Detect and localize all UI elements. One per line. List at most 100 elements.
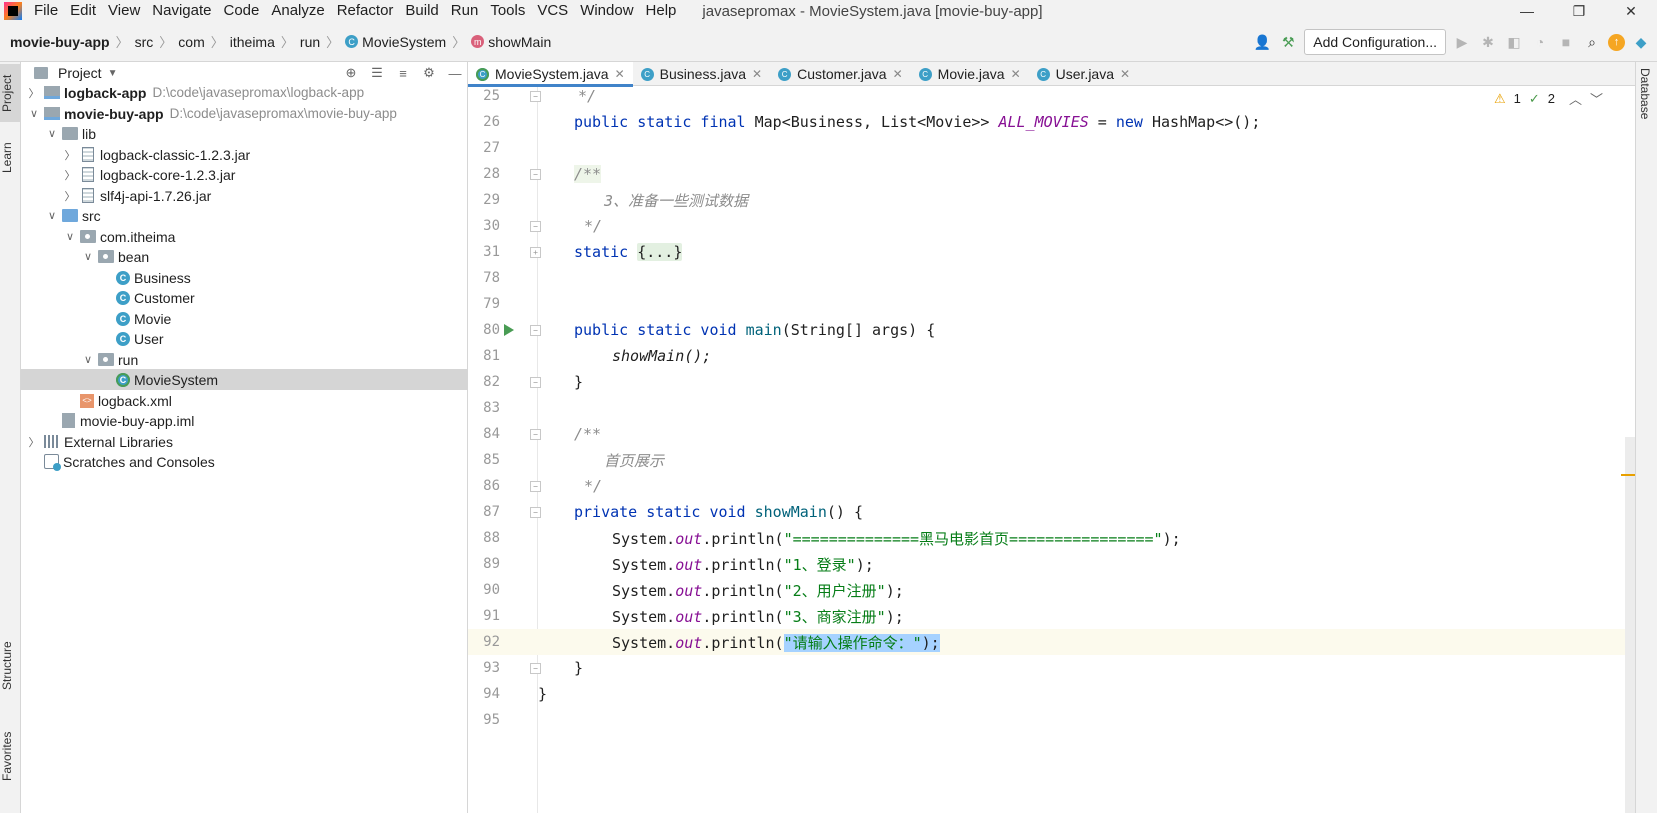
close-icon[interactable]: ✕: [893, 67, 903, 81]
menu-code[interactable]: Code: [217, 0, 265, 22]
chevron-right-icon[interactable]: 〉: [27, 85, 41, 101]
tree-item-business[interactable]: C Business: [21, 267, 468, 288]
menu-build[interactable]: Build: [399, 0, 444, 22]
breadcrumb-src[interactable]: src: [131, 34, 158, 50]
stripe-tab-favorites[interactable]: Favorites: [0, 722, 21, 790]
tab-customer[interactable]: C Customer.java ✕: [770, 62, 911, 86]
chevron-right-icon[interactable]: 〉: [63, 147, 77, 163]
tree-item-user[interactable]: C User: [21, 328, 468, 349]
build-hammer-icon[interactable]: ⚒: [1278, 32, 1298, 52]
tree-item-run[interactable]: ∨ run: [21, 349, 468, 370]
tree-item-logback-core-jar[interactable]: 〉 logback-core-1.2.3.jar: [21, 164, 468, 185]
tree-item-src[interactable]: ∨ src: [21, 205, 468, 226]
debug-icon[interactable]: ✱: [1478, 32, 1498, 52]
run-gutter-icon[interactable]: [504, 324, 514, 336]
update-icon[interactable]: ↑: [1608, 33, 1625, 51]
tree-item-logback-app[interactable]: 〉 logback-app D:\code\javasepromax\logback…: [21, 82, 468, 103]
tab-moviesystem[interactable]: C MovieSystem.java ✕: [468, 62, 633, 87]
stripe-tab-structure[interactable]: Structure: [0, 630, 21, 702]
editor-scrollbar[interactable]: [1625, 437, 1635, 813]
run-icon[interactable]: ▶: [1452, 32, 1472, 52]
restore-icon[interactable]: ❐: [1553, 0, 1605, 22]
tab-user[interactable]: C User.java ✕: [1029, 62, 1138, 86]
stripe-tab-database[interactable]: Database: [1638, 68, 1652, 119]
profile-icon[interactable]: ◔: [1530, 32, 1550, 52]
code-text: /**: [574, 165, 602, 183]
menu-tools[interactable]: Tools: [484, 0, 531, 22]
chevron-down-icon[interactable]: ▼: [108, 68, 118, 79]
menu-file[interactable]: File: [28, 0, 64, 22]
menu-navigate[interactable]: Navigate: [146, 0, 217, 22]
minimize-icon[interactable]: —: [1501, 0, 1553, 22]
tree-item-com-itheima[interactable]: ∨ com.itheima: [21, 226, 468, 247]
locate-icon[interactable]: ⊕: [343, 65, 359, 81]
tree-item-movie-buy-app[interactable]: ∨ movie-buy-app D:\code\javasepromax\movie…: [21, 103, 468, 124]
tree-item-bean[interactable]: ∨ bean: [21, 246, 468, 267]
package-icon: [98, 250, 114, 263]
chevron-right-icon[interactable]: 〉: [63, 188, 77, 204]
breadcrumb-project[interactable]: movie-buy-app: [0, 34, 114, 50]
tree-item-scratches[interactable]: Scratches and Consoles: [21, 451, 468, 472]
chevron-down-icon[interactable]: ∨: [45, 209, 59, 222]
tree-item-external-libraries[interactable]: 〉 External Libraries: [21, 431, 468, 452]
close-icon[interactable]: ✕: [1605, 0, 1657, 22]
breadcrumb-method[interactable]: m showMain: [467, 34, 555, 50]
line-number: 87: [483, 504, 500, 520]
menu-analyze[interactable]: Analyze: [265, 0, 330, 22]
hide-icon[interactable]: —: [447, 65, 463, 81]
tab-movie[interactable]: C Movie.java ✕: [911, 62, 1029, 86]
user-switch-icon[interactable]: 👤: [1252, 32, 1272, 52]
chevron-down-icon[interactable]: ∨: [81, 353, 95, 366]
warning-marker[interactable]: [1621, 474, 1635, 476]
collapse-all-icon[interactable]: ≡: [395, 65, 411, 81]
toolbox-icon[interactable]: ◆: [1631, 32, 1651, 52]
expand-all-icon[interactable]: ☰: [369, 65, 385, 81]
breadcrumb-com[interactable]: com: [174, 34, 208, 50]
code-editor[interactable]: ⚠ 1 ✓ 2 ︿ ﹀ 25 − */ 26 public static final…: [468, 87, 1635, 813]
menu-run[interactable]: Run: [445, 0, 485, 22]
menu-edit[interactable]: Edit: [64, 0, 102, 22]
close-icon[interactable]: ✕: [752, 67, 762, 81]
close-icon[interactable]: ✕: [615, 67, 625, 81]
tree-item-movie[interactable]: C Movie: [21, 308, 468, 329]
method-icon: m: [471, 35, 485, 48]
chevron-down-icon[interactable]: ∨: [63, 230, 77, 243]
stripe-tab-project[interactable]: Project: [0, 64, 21, 122]
breadcrumb-class[interactable]: C MovieSystem: [341, 34, 450, 50]
line-number: 95: [483, 712, 500, 728]
chevron-down-icon[interactable]: ∨: [81, 250, 95, 263]
stop-icon[interactable]: ■: [1556, 32, 1576, 52]
code-line: 79: [468, 291, 1635, 317]
tab-business[interactable]: C Business.java ✕: [633, 62, 770, 86]
chevron-down-icon[interactable]: ∨: [45, 127, 59, 140]
menu-window[interactable]: Window: [574, 0, 639, 22]
folded-block[interactable]: {...}: [637, 243, 683, 261]
breadcrumb-itheima[interactable]: itheima: [226, 34, 279, 50]
add-configuration-button[interactable]: Add Configuration...: [1304, 29, 1446, 55]
chevron-right-icon[interactable]: 〉: [27, 434, 41, 450]
close-icon[interactable]: ✕: [1011, 67, 1021, 81]
menu-refactor[interactable]: Refactor: [331, 0, 400, 22]
menu-help[interactable]: Help: [640, 0, 683, 22]
gear-icon[interactable]: ⚙: [421, 65, 437, 81]
menu-vcs[interactable]: VCS: [531, 0, 574, 22]
project-panel-title[interactable]: Project: [58, 65, 102, 81]
close-icon[interactable]: ✕: [1120, 67, 1130, 81]
search-icon[interactable]: ⌕: [1582, 32, 1602, 52]
tree-item-logback-xml[interactable]: <> logback.xml: [21, 390, 468, 411]
tree-item-customer[interactable]: C Customer: [21, 287, 468, 308]
tree-item-logback-classic-jar[interactable]: 〉 logback-classic-1.2.3.jar: [21, 144, 468, 165]
tree-item-iml[interactable]: movie-buy-app.iml: [21, 410, 468, 431]
tree-item-moviesystem[interactable]: C MovieSystem: [21, 369, 468, 390]
text-selection: "请输入操作命令：");: [783, 633, 940, 652]
menu-view[interactable]: View: [102, 0, 146, 22]
tree-item-lib[interactable]: ∨ lib: [21, 123, 468, 144]
chevron-down-icon[interactable]: ∨: [27, 107, 41, 120]
breadcrumb-run[interactable]: run: [296, 34, 324, 50]
tree-item-slf4j-jar[interactable]: 〉 slf4j-api-1.7.26.jar: [21, 185, 468, 206]
stripe-tab-learn[interactable]: Learn: [0, 134, 21, 182]
coverage-icon[interactable]: ◧: [1504, 32, 1524, 52]
code-text: public static void main(String[] args) {: [574, 321, 936, 339]
chevron-right-icon[interactable]: 〉: [63, 167, 77, 183]
line-number: 26: [483, 114, 500, 130]
